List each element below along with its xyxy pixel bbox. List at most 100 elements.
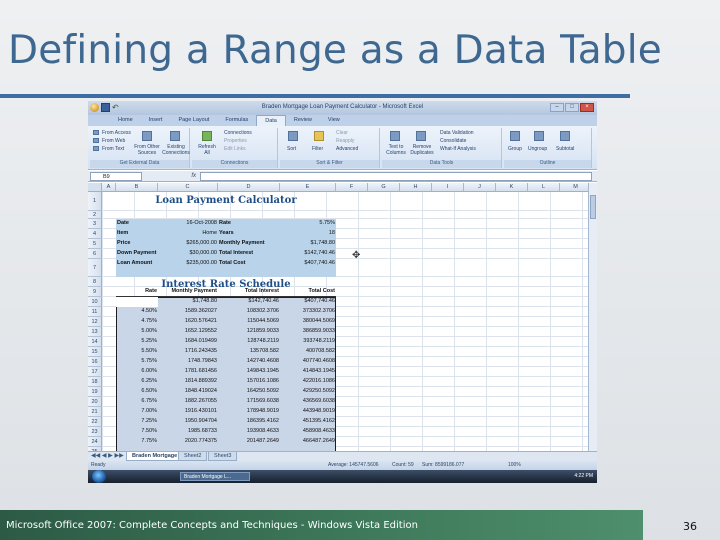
schedule-cell[interactable]: 393748.2119 <box>280 337 336 347</box>
filter-button[interactable]: Filter <box>312 146 323 152</box>
refresh-all-button[interactable]: Refresh All <box>196 144 218 156</box>
schedule-cell[interactable]: 6.25% <box>116 377 158 387</box>
clear-button[interactable]: Clear <box>336 130 348 136</box>
schedule-cell[interactable]: 1589.362027 <box>158 307 218 317</box>
schedule-cell[interactable]: 7.75% <box>116 437 158 447</box>
row-header-7[interactable]: 7 <box>88 259 102 277</box>
schedule-cell[interactable]: 400708.582 <box>280 347 336 357</box>
schedule-cell[interactable]: 1814.889392 <box>158 377 218 387</box>
close-icon[interactable]: × <box>580 103 594 112</box>
row-header-1[interactable]: 1 <box>88 192 102 211</box>
schedule-cell[interactable]: 5.00% <box>116 327 158 337</box>
schedule-cell[interactable]: 1848.419024 <box>158 387 218 397</box>
select-all-corner[interactable] <box>88 183 102 192</box>
row-header-19[interactable]: 19 <box>88 387 102 397</box>
schedule-cell[interactable]: 2020.774375 <box>158 437 218 447</box>
row-header-12[interactable]: 12 <box>88 317 102 327</box>
schedule-cell[interactable]: $142,740.46 <box>218 297 280 307</box>
consolidate-button[interactable]: Consolidate <box>440 138 466 144</box>
vertical-scrollbar[interactable] <box>588 183 597 451</box>
row-header-17[interactable]: 17 <box>88 367 102 377</box>
schedule-cell[interactable]: 7.50% <box>116 427 158 437</box>
subtotal-button[interactable]: Subtotal <box>556 146 574 152</box>
calc-value[interactable]: 18 <box>280 229 336 239</box>
row-header-20[interactable]: 20 <box>88 397 102 407</box>
tab-view[interactable]: View <box>320 115 348 126</box>
sheet-nav-arrows-icon[interactable]: ◀◀ ◀ ▶ ▶▶ <box>91 452 124 461</box>
calc-value[interactable]: Home <box>158 229 218 239</box>
row-header-22[interactable]: 22 <box>88 417 102 427</box>
schedule-cell[interactable]: 115044.5069 <box>218 317 280 327</box>
schedule-cell[interactable]: 149843.1945 <box>218 367 280 377</box>
row-header-2[interactable]: 2 <box>88 211 102 219</box>
schedule-cell[interactable]: 422016.1086 <box>280 377 336 387</box>
sheet-tab-sheet3[interactable]: Sheet3 <box>208 452 238 461</box>
schedule-cell[interactable]: 1748.79843 <box>158 357 218 367</box>
ungroup-button[interactable]: Ungroup <box>528 146 547 152</box>
schedule-cell[interactable]: 5.25% <box>116 337 158 347</box>
schedule-cell[interactable]: 451395.4162 <box>280 417 336 427</box>
schedule-cell[interactable]: 436569.6038 <box>280 397 336 407</box>
row-header-15[interactable]: 15 <box>88 347 102 357</box>
calc-value[interactable]: 5.75% <box>280 219 336 229</box>
row-header-5[interactable]: 5 <box>88 239 102 249</box>
schedule-cell[interactable]: 1684.019499 <box>158 337 218 347</box>
schedule-cell[interactable]: 178948.9019 <box>218 407 280 417</box>
connections-button[interactable]: Connections <box>224 130 252 136</box>
row-header-13[interactable]: 13 <box>88 327 102 337</box>
schedule-cell[interactable]: 1882.267055 <box>158 397 218 407</box>
schedule-cell[interactable]: 1916.430101 <box>158 407 218 417</box>
schedule-cell[interactable]: 4.50% <box>116 307 158 317</box>
schedule-cell[interactable]: $407,740.46 <box>280 297 336 307</box>
fx-icon[interactable]: fx <box>146 172 196 181</box>
existing-connections-button[interactable]: Existing Connections <box>162 144 190 156</box>
schedule-cell[interactable]: 1716.243435 <box>158 347 218 357</box>
schedule-cell[interactable]: 171569.6038 <box>218 397 280 407</box>
data-validation-button[interactable]: Data Validation <box>440 130 474 136</box>
column-header-e[interactable]: E <box>280 183 336 192</box>
schedule-cell[interactable]: 164250.5092 <box>218 387 280 397</box>
column-header-f[interactable]: F <box>336 183 368 192</box>
schedule-cell[interactable]: 201487.2649 <box>218 437 280 447</box>
schedule-cell[interactable]: 193908.4633 <box>218 427 280 437</box>
schedule-cell[interactable]: 1620.576421 <box>158 317 218 327</box>
schedule-cell[interactable]: 1781.681456 <box>158 367 218 377</box>
column-header-b[interactable]: B <box>116 183 158 192</box>
schedule-cell[interactable]: 128748.2119 <box>218 337 280 347</box>
schedule-cell[interactable]: 407740.4608 <box>280 357 336 367</box>
column-header-c[interactable]: C <box>158 183 218 192</box>
row-header-6[interactable]: 6 <box>88 249 102 259</box>
from-text-button[interactable]: From Text <box>102 146 124 152</box>
sheet-tab-braden-mortgage[interactable]: Braden Mortgage <box>126 452 184 461</box>
sheet-tab-sheet2[interactable]: Sheet2 <box>178 452 208 461</box>
maximize-icon[interactable]: □ <box>565 103 579 112</box>
schedule-cell[interactable]: 6.50% <box>116 387 158 397</box>
schedule-cell[interactable]: 6.75% <box>116 397 158 407</box>
column-header-g[interactable]: G <box>368 183 400 192</box>
scroll-thumb[interactable] <box>590 195 596 219</box>
schedule-cell[interactable]: 1652.129552 <box>158 327 218 337</box>
group-button[interactable]: Group <box>508 146 522 152</box>
taskbar-excel-item[interactable]: Braden Mortgage L... <box>180 472 250 481</box>
zoom-level[interactable]: 100% <box>508 461 521 470</box>
row-header-14[interactable]: 14 <box>88 337 102 347</box>
column-header-a[interactable]: A <box>102 183 116 192</box>
column-header-l[interactable]: L <box>528 183 560 192</box>
schedule-cell[interactable]: 458908.4633 <box>280 427 336 437</box>
row-header-8[interactable]: 8 <box>88 277 102 287</box>
schedule-cell[interactable]: 5.75% <box>116 357 158 367</box>
schedule-cell[interactable]: 429250.5092 <box>280 387 336 397</box>
column-header-j[interactable]: J <box>464 183 496 192</box>
schedule-cell[interactable]: 157016.1086 <box>218 377 280 387</box>
tab-insert[interactable]: Insert <box>141 115 171 126</box>
calc-value[interactable]: $30,000.00 <box>158 249 218 259</box>
text-to-columns-button[interactable]: Text to Columns <box>384 144 408 156</box>
row-header-24[interactable]: 24 <box>88 437 102 447</box>
start-button-icon[interactable] <box>92 470 106 483</box>
edit-links-button[interactable]: Edit Links <box>224 146 246 152</box>
schedule-cell[interactable]: 466487.2649 <box>280 437 336 447</box>
row-header-11[interactable]: 11 <box>88 307 102 317</box>
from-web-button[interactable]: From Web <box>102 138 125 144</box>
name-box[interactable]: B9 <box>90 172 142 181</box>
schedule-cell[interactable]: 443948.9019 <box>280 407 336 417</box>
